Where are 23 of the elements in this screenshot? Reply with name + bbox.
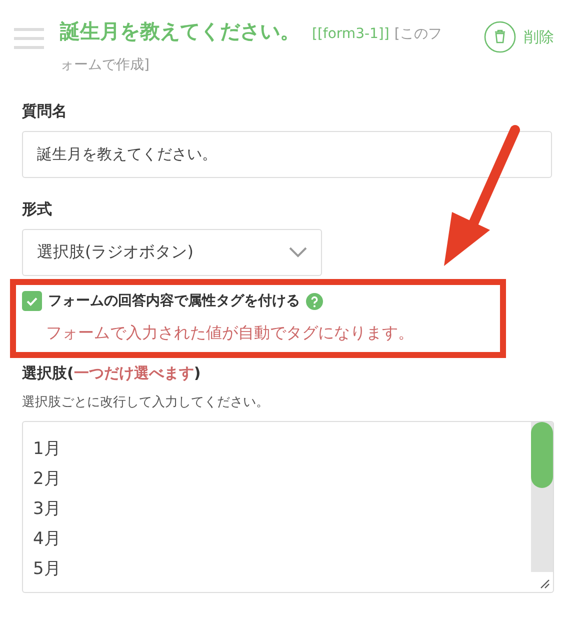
choice-line: 1月 xyxy=(33,438,61,461)
trash-icon xyxy=(484,21,516,53)
question-heading: 誕生月を教えてください。 [[form3-1]] [このフォームで作成] xyxy=(60,18,443,75)
drag-handle-icon[interactable] xyxy=(14,28,44,49)
tag-note: フォームで入力された値が自動でタグになります。 xyxy=(46,323,415,344)
choice-line: 2月 xyxy=(33,468,61,491)
field-label: 形式 xyxy=(22,200,53,219)
choice-line: 3月 xyxy=(33,498,61,521)
field-label: 質問名 xyxy=(22,102,68,121)
choice-line: 4月 xyxy=(33,528,61,551)
help-icon[interactable] xyxy=(306,292,323,310)
scrollbar[interactable] xyxy=(531,422,553,572)
choices-textarea[interactable]: 1月 2月 3月 4月 5月 xyxy=(22,421,554,593)
checkbox-label: フォームの回答内容で属性タグを付ける xyxy=(48,292,300,310)
choices-hint: 選択肢ごとに改行して入力してください。 xyxy=(22,394,270,411)
choice-line: 5月 xyxy=(33,558,61,581)
chevron-icon xyxy=(289,247,307,258)
checkbox[interactable] xyxy=(22,291,42,311)
question-name-field[interactable]: 誕生月を教えてください。 xyxy=(22,131,552,178)
resize-handle-icon[interactable] xyxy=(538,577,551,590)
format-dropdown[interactable]: 選択肢(ラジオボタン) xyxy=(22,229,322,276)
scrollbar-thumb[interactable] xyxy=(531,422,553,488)
choices-label: 選択肢(一つだけ選べます) xyxy=(22,364,202,383)
